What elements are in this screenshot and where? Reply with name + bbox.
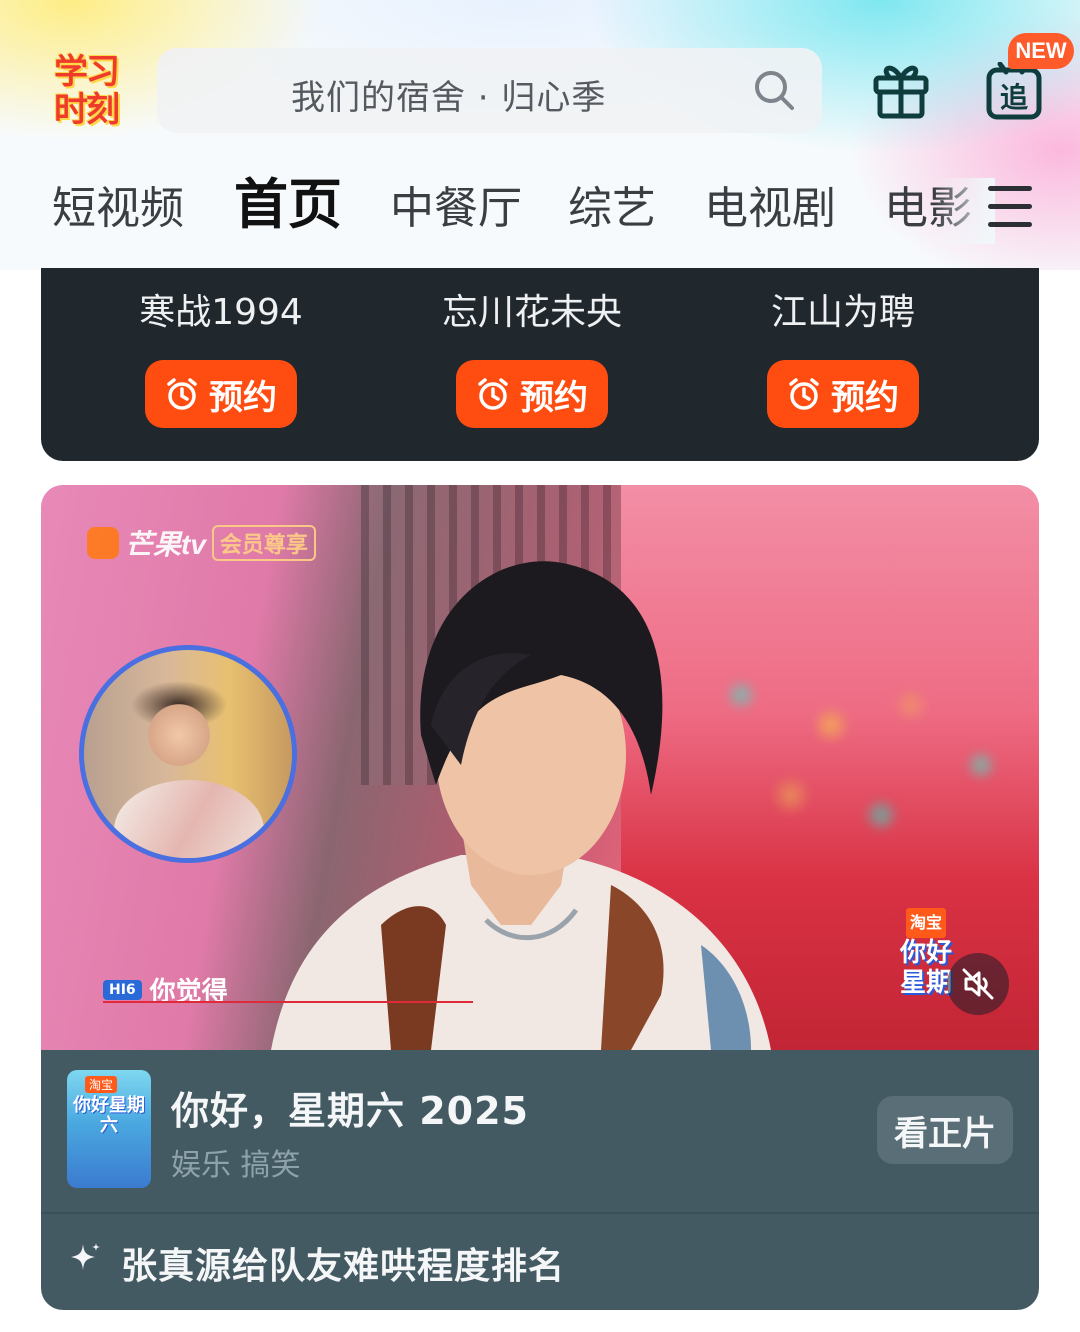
watch-full-button[interactable]: 看正片 bbox=[877, 1096, 1013, 1164]
upcoming-item: 忘川花未央 预约 bbox=[402, 290, 662, 428]
logo-line-2: 时刻 bbox=[54, 90, 120, 130]
category-nav: 短视频 首页 中餐厅 综艺 电视剧 电影 bbox=[0, 174, 1080, 244]
upcoming-item: 江山为聘 预约 bbox=[713, 290, 973, 428]
tab-tv-series[interactable]: 电视剧 bbox=[704, 178, 836, 240]
new-badge: NEW bbox=[1008, 33, 1074, 69]
gift-icon[interactable] bbox=[872, 58, 930, 120]
alarm-clock-icon bbox=[478, 378, 508, 410]
show-name[interactable]: 你好，星期六 2025 bbox=[171, 1080, 529, 1135]
reserve-button[interactable]: 预约 bbox=[767, 360, 919, 428]
mute-icon bbox=[962, 968, 994, 1000]
upcoming-card: 寒战1994 预约 忘川花未央 预约 江山为聘 预约 bbox=[41, 268, 1039, 461]
search-bar[interactable]: 我们的宿舍 · 归心季 bbox=[157, 48, 822, 133]
show-logo-line2: 星期 bbox=[899, 968, 952, 998]
upcoming-item: 寒战1994 预约 bbox=[91, 290, 351, 428]
tab-home[interactable]: 首页 bbox=[234, 174, 342, 236]
reserve-label: 预约 bbox=[831, 377, 899, 418]
poster-title: 你好星期六 bbox=[73, 1095, 145, 1136]
tab-short-video[interactable]: 短视频 bbox=[52, 178, 184, 240]
show-logo-line1: 你好 bbox=[899, 938, 952, 968]
show-poster[interactable]: 淘宝 你好星期六 bbox=[67, 1070, 151, 1188]
guest-figure bbox=[271, 561, 771, 1050]
alarm-clock-icon bbox=[789, 378, 819, 410]
mango-logo-icon bbox=[87, 527, 119, 559]
upcoming-title[interactable]: 忘川花未央 bbox=[402, 290, 662, 336]
menu-icon[interactable] bbox=[988, 186, 1032, 228]
tab-chinese-restaurant[interactable]: 中餐厅 bbox=[390, 178, 522, 240]
video-player[interactable]: 芒果tv 会员尊享 HI6 你觉得 淘宝 你好 星期 bbox=[41, 485, 1039, 1050]
poster-badge: 淘宝 bbox=[85, 1076, 118, 1093]
search-placeholder: 我们的宿舍 · 归心季 bbox=[291, 78, 607, 118]
alarm-clock-icon bbox=[167, 378, 197, 410]
reserve-button[interactable]: 预约 bbox=[456, 360, 608, 428]
mango-tv-watermark: 芒果tv 会员尊享 bbox=[87, 523, 316, 563]
inset-host-shirt bbox=[114, 780, 264, 858]
subtitle-underline bbox=[103, 1001, 473, 1003]
show-info-bar[interactable]: 淘宝 你好星期六 你好，星期六 2025 娱乐 搞笑 看正片 张真源给队友难哄程… bbox=[41, 1050, 1039, 1310]
show-genre: 娱乐 搞笑 bbox=[171, 1148, 301, 1183]
watermark-brand: 芒果tv bbox=[125, 529, 206, 560]
taobao-badge: 淘宝 bbox=[905, 908, 946, 938]
logo-line-1: 学习 bbox=[54, 52, 120, 92]
nav-fade bbox=[935, 178, 995, 244]
topic-headline[interactable]: 张真源给队友难哄程度排名 bbox=[121, 1237, 565, 1289]
mute-button[interactable] bbox=[947, 953, 1009, 1015]
sparkle-icon bbox=[71, 1243, 100, 1270]
reserve-label: 预约 bbox=[520, 377, 588, 418]
follow-label: 追 bbox=[999, 81, 1028, 114]
subtitle-tag-label: HI6 bbox=[103, 979, 142, 1000]
search-icon[interactable] bbox=[752, 68, 796, 112]
upcoming-title[interactable]: 江山为聘 bbox=[713, 290, 973, 336]
inset-host-circle bbox=[79, 645, 297, 863]
divider bbox=[41, 1212, 1039, 1214]
app-logo[interactable]: 学习 时刻 bbox=[40, 50, 132, 132]
upcoming-title[interactable]: 寒战1994 bbox=[91, 290, 351, 336]
tab-variety[interactable]: 综艺 bbox=[568, 178, 656, 240]
follow-button[interactable]: 追 bbox=[986, 62, 1042, 120]
watermark-sub: 会员尊享 bbox=[211, 525, 316, 561]
reserve-label: 预约 bbox=[209, 377, 277, 418]
reserve-button[interactable]: 预约 bbox=[145, 360, 297, 428]
